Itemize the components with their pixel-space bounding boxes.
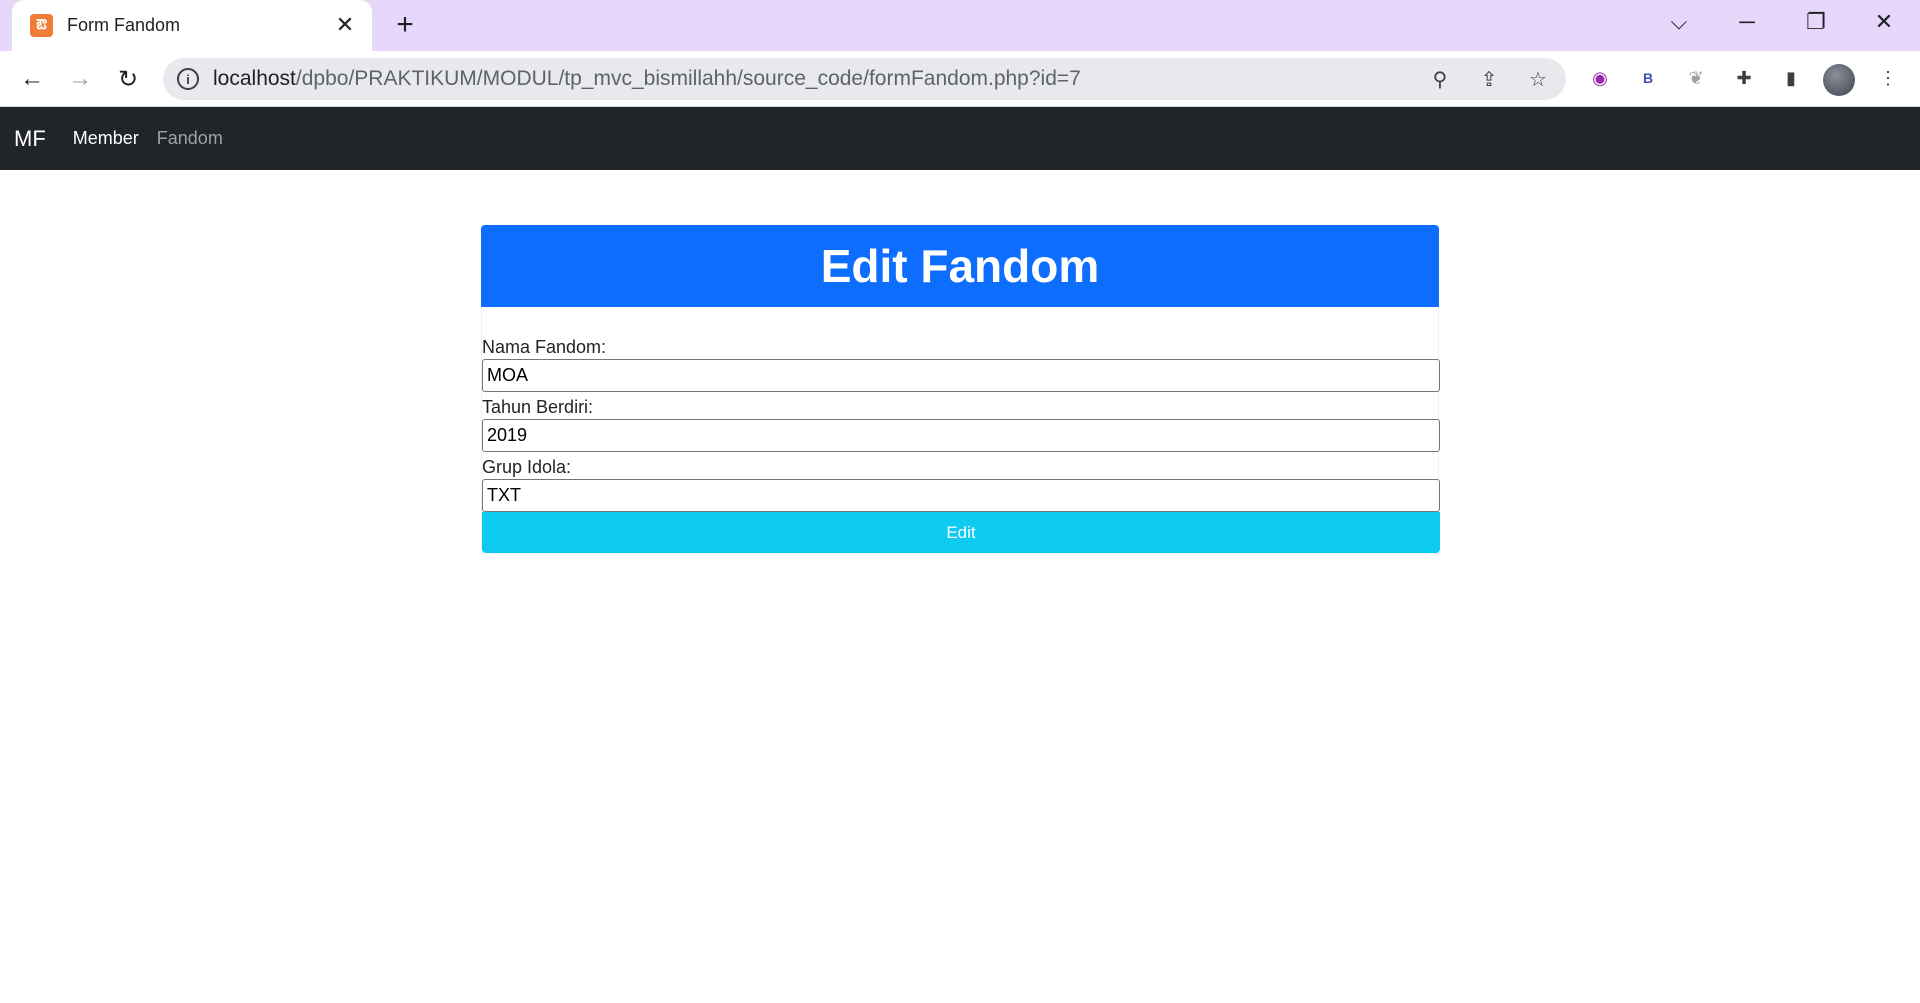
b-extension-icon[interactable]: B bbox=[1633, 63, 1663, 93]
grup-idola-input[interactable] bbox=[482, 479, 1440, 512]
edit-submit-button[interactable]: Edit bbox=[482, 512, 1440, 553]
nav-link-member[interactable]: Member bbox=[73, 128, 139, 149]
grup-idola-label: Grup Idola: bbox=[482, 457, 572, 477]
browser-tab[interactable]: ఔ Form Fandom ✕ bbox=[12, 0, 372, 51]
close-tab-icon[interactable]: ✕ bbox=[332, 12, 358, 38]
forward-button[interactable]: → bbox=[62, 61, 98, 97]
address-bar[interactable]: i localhost/dpbo/PRAKTIKUM/MODUL/tp_mvc_… bbox=[163, 58, 1566, 100]
minimize-button[interactable]: ─ bbox=[1713, 0, 1781, 44]
card-header: Edit Fandom bbox=[481, 225, 1439, 307]
nav-link-fandom[interactable]: Fandom bbox=[157, 128, 223, 149]
bookmark-star-icon[interactable]: ☆ bbox=[1525, 66, 1551, 92]
browser-toolbar: ← → ↻ i localhost/dpbo/PRAKTIKUM/MODUL/t… bbox=[0, 51, 1920, 107]
xampp-icon: ఔ bbox=[30, 14, 53, 37]
reload-button[interactable]: ↻ bbox=[110, 61, 146, 97]
puzzle-icon[interactable]: ✚ bbox=[1729, 63, 1759, 93]
back-button[interactable]: ← bbox=[14, 61, 50, 97]
tab-search-chevron-icon[interactable]: ⌵ bbox=[1645, 0, 1713, 44]
navbar-brand[interactable]: MF bbox=[14, 126, 46, 152]
sidepanel-icon[interactable]: ▮ bbox=[1776, 63, 1806, 93]
share-icon[interactable]: ⇪ bbox=[1476, 66, 1502, 92]
new-tab-button[interactable]: + bbox=[390, 8, 420, 41]
tab-title: Form Fandom bbox=[67, 15, 181, 35]
url-text[interactable]: localhost/dpbo/PRAKTIKUM/MODUL/tp_mvc_bi… bbox=[213, 67, 1081, 91]
close-window-button[interactable]: ✕ bbox=[1850, 0, 1918, 44]
menu-kebab-icon[interactable]: ⋮ bbox=[1873, 63, 1903, 93]
feather-extension-icon[interactable]: ❦ bbox=[1681, 63, 1711, 93]
page-title: Edit Fandom bbox=[820, 240, 1100, 292]
nama-fandom-label: Nama Fandom: bbox=[482, 337, 607, 357]
edit-fandom-card: Edit Fandom Nama Fandom: Tahun Berdiri: … bbox=[481, 225, 1440, 554]
url-host: localhost bbox=[213, 67, 296, 90]
podcast-extension-icon[interactable]: ◉ bbox=[1585, 63, 1615, 93]
edit-form: Nama Fandom: Tahun Berdiri: Grup Idola: … bbox=[481, 307, 1440, 554]
browser-tab-strip: ఔ Form Fandom ✕ + ⌵ ─ ❐ ✕ bbox=[0, 0, 1920, 51]
site-info-icon[interactable]: i bbox=[177, 68, 199, 90]
profile-avatar[interactable] bbox=[1823, 64, 1855, 96]
zoom-icon[interactable]: ⚲ bbox=[1427, 66, 1453, 92]
restore-button[interactable]: ❐ bbox=[1782, 0, 1850, 44]
nama-fandom-input[interactable] bbox=[482, 359, 1440, 392]
url-path: /dpbo/PRAKTIKUM/MODUL/tp_mvc_bismillahh/… bbox=[295, 67, 1081, 90]
site-navbar: MF Member Fandom bbox=[0, 107, 1920, 170]
tahun-berdiri-label: Tahun Berdiri: bbox=[482, 397, 594, 417]
tahun-berdiri-input[interactable] bbox=[482, 419, 1440, 452]
